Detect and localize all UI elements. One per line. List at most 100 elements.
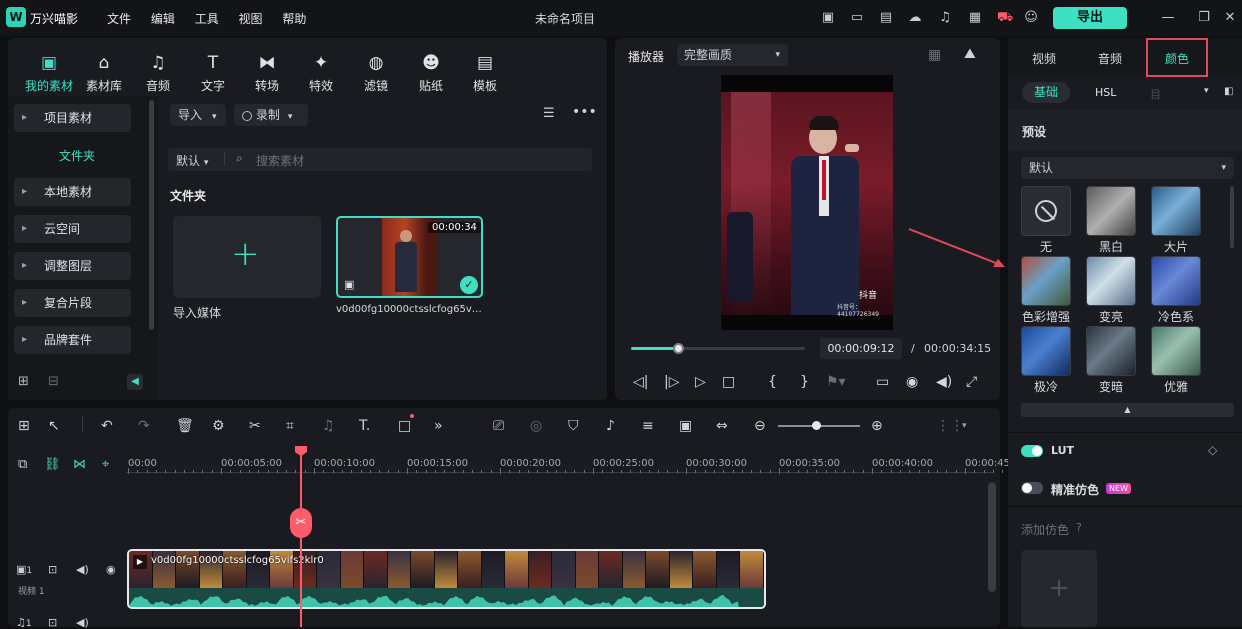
playhead[interactable]	[300, 452, 302, 627]
select-tool-icon[interactable]: ↖	[48, 418, 60, 434]
snapshot-icon[interactable]: ◉	[906, 374, 918, 390]
subtab-basic[interactable]: 基础	[1022, 82, 1070, 103]
render-icon[interactable]: ▣	[820, 10, 836, 26]
zoom-out-icon[interactable]: ⊖	[754, 418, 766, 434]
volume-icon[interactable]: ◀)	[936, 374, 952, 390]
filter-list-icon[interactable]: ☰	[543, 106, 555, 121]
media-clip-thumbnail[interactable]: 00:00:34 ▣ ✓	[336, 216, 483, 298]
quality-dropdown[interactable]: 完整画质 ▾	[677, 44, 788, 66]
ripple-icon[interactable]: ⌖	[102, 457, 109, 472]
add-track-icon[interactable]: ⧉	[18, 457, 27, 472]
play-icon[interactable]: ▷	[695, 374, 706, 390]
timeline-video-clip[interactable]: ▶ v0d00fg10000ctsslcfog65vifs2klr0	[127, 549, 766, 609]
sidebar-item-project-media[interactable]: 项目素材	[14, 104, 131, 132]
maximize-icon[interactable]: ❐	[1196, 10, 1212, 26]
import-media-tile[interactable]: +	[173, 216, 321, 298]
fake-color-toggle[interactable]	[1021, 482, 1043, 494]
tab-video[interactable]: 视频	[1032, 50, 1056, 67]
current-time[interactable]: 00:00:09:12	[820, 338, 902, 359]
link-icon[interactable]: ⛓	[44, 457, 61, 472]
headset-icon[interactable]: ♫	[937, 10, 953, 26]
import-dropdown[interactable]: 导入 ▾	[170, 104, 226, 126]
auto-edit-icon[interactable]: ▣	[679, 418, 692, 434]
preset-thumbnail[interactable]	[1086, 326, 1136, 376]
minimize-icon[interactable]: —	[1160, 10, 1176, 26]
player-progress-handle[interactable]	[672, 343, 684, 354]
lock-icon[interactable]: ⊡	[48, 616, 57, 629]
tool-my-media[interactable]: ▣ 我的素材	[24, 52, 74, 94]
mute-icon[interactable]: ◀)	[76, 563, 89, 576]
help-icon[interactable]: ?	[1076, 521, 1082, 534]
split-scissors-icon[interactable]: ✂	[290, 508, 312, 538]
preset-thumbnail[interactable]	[1021, 326, 1071, 376]
preset-thumbnail[interactable]	[1086, 256, 1136, 306]
sidebar-item-brand[interactable]: 品牌套件	[14, 326, 131, 354]
lock-icon[interactable]: ⊡	[48, 563, 57, 576]
tab-color[interactable]: 颜色	[1165, 50, 1189, 67]
add-fake-color-button[interactable]: +	[1021, 550, 1097, 627]
marker-icon[interactable]: ⚑▾	[826, 374, 846, 390]
playback-icon[interactable]: ◎	[530, 418, 542, 434]
sidebar-item-adjust-layer[interactable]: 调整图层	[14, 252, 131, 280]
stop-icon[interactable]: □	[722, 374, 735, 390]
ai-cam-icon[interactable]: ⎚	[493, 418, 504, 434]
zoom-in-icon[interactable]: ⊕	[871, 418, 883, 434]
tool-library[interactable]: ⌂ 素材库	[79, 52, 129, 94]
record-dropdown[interactable]: 录制 ▾	[234, 104, 308, 126]
preset-dropdown[interactable]: 默认 ▾	[1021, 157, 1234, 179]
preset-thumbnail[interactable]	[1151, 326, 1201, 376]
mute-icon[interactable]: ◀)	[76, 616, 89, 629]
menu-help[interactable]: 帮助	[282, 12, 306, 26]
shape-tool-icon[interactable]: □	[398, 418, 411, 434]
sidebar-item-local[interactable]: 本地素材	[14, 178, 131, 206]
search-input[interactable]: 搜索素材	[256, 152, 304, 169]
mark-in-icon[interactable]: {	[768, 374, 777, 390]
folder-import-icon[interactable]: ⊟	[48, 374, 59, 389]
menu-tools[interactable]: 工具	[195, 12, 219, 26]
player-progress-track[interactable]	[631, 343, 805, 354]
tool-filters[interactable]: ◍ 滤镜	[351, 52, 401, 94]
preset-thumbnail[interactable]	[1151, 256, 1201, 306]
new-folder-icon[interactable]: ⊞	[18, 374, 29, 389]
mark-out-icon[interactable]: }	[800, 374, 809, 390]
grid-view-icon[interactable]: ▦	[928, 47, 941, 63]
ai-tool-icon[interactable]: ⚙	[212, 418, 225, 434]
preset-thumbnail[interactable]	[1086, 186, 1136, 236]
chevron-down-icon[interactable]: ▾	[962, 421, 967, 431]
close-icon[interactable]: ✕	[1222, 10, 1238, 26]
fit-icon[interactable]: ⇔	[716, 418, 728, 434]
cut-icon[interactable]: ✂	[249, 418, 261, 434]
tab-audio[interactable]: 音频	[1098, 50, 1122, 67]
user-icon[interactable]: ☺	[1023, 10, 1039, 26]
shield-icon[interactable]: ⛉	[568, 418, 579, 434]
collapse-presets-icon[interactable]: ▲	[1021, 403, 1234, 417]
more-icon[interactable]: •••	[572, 104, 597, 120]
prev-frame-icon[interactable]: ◁|	[633, 374, 648, 390]
sidebar-item-folder[interactable]: 文件夹	[59, 147, 95, 164]
preset-thumbnail[interactable]	[1021, 256, 1071, 306]
export-button[interactable]: 导出	[1053, 7, 1127, 29]
play-reverse-icon[interactable]: |▷	[664, 374, 679, 390]
compare-icon[interactable]: ◧	[1224, 86, 1233, 97]
cloud-icon[interactable]: ☁	[907, 10, 923, 26]
undo-icon[interactable]: ↶	[101, 418, 113, 434]
cart-icon[interactable]: ⛟	[997, 10, 1013, 26]
snap-icon[interactable]: ⋈	[73, 457, 86, 472]
collapse-sidebar-icon[interactable]: ◀	[127, 374, 143, 390]
subtab-hsl[interactable]: HSL	[1095, 86, 1116, 99]
track-layout-icon[interactable]: ⋮⋮	[936, 418, 964, 434]
lut-toggle[interactable]	[1021, 445, 1043, 457]
audio-mix-icon[interactable]: ≡	[642, 418, 654, 434]
menu-view[interactable]: 视图	[239, 12, 263, 26]
save-icon[interactable]: ▤	[878, 10, 894, 26]
tool-effects[interactable]: ✦ 特效	[296, 52, 346, 94]
text-tool-icon[interactable]: T.	[359, 418, 370, 434]
preset-scrollbar[interactable]	[1230, 186, 1234, 248]
sidebar-item-compound[interactable]: 复合片段	[14, 289, 131, 317]
layout-icon[interactable]: ▭	[849, 10, 865, 26]
video-preview[interactable]: 抖音 抖音号：44107726349	[721, 75, 893, 330]
tool-stickers[interactable]: ☻ 贴纸	[406, 52, 456, 94]
display-icon[interactable]: ▭	[876, 374, 889, 390]
menu-edit[interactable]: 编辑	[151, 12, 175, 26]
zoom-slider-handle[interactable]	[812, 421, 821, 430]
